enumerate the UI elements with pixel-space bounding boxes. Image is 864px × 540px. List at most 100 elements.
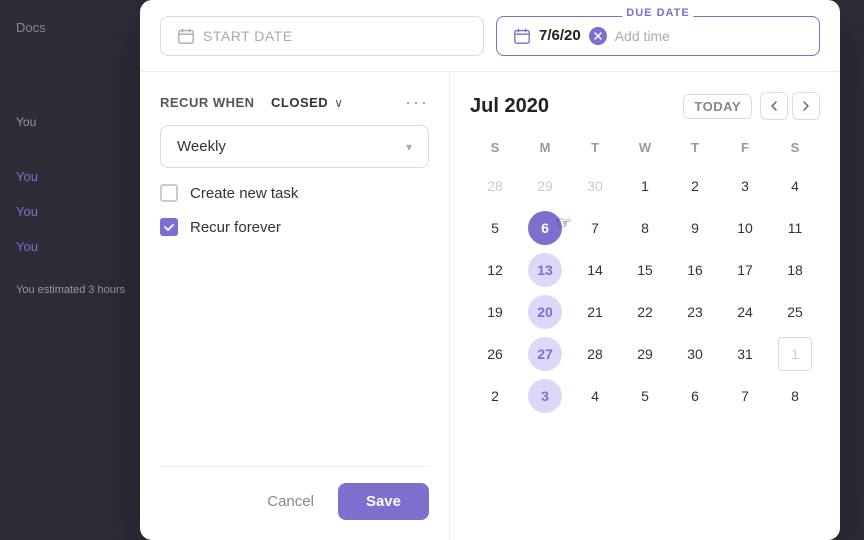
calendar-day[interactable]: 29 — [520, 165, 570, 207]
calendar-day[interactable]: 3 — [520, 375, 570, 417]
day-number: 5 — [628, 379, 662, 413]
calendar-day[interactable]: 20 — [520, 291, 570, 333]
calendar-day[interactable]: 2 — [670, 165, 720, 207]
day-number: 27 — [528, 337, 562, 371]
more-options-button[interactable]: ··· — [405, 92, 429, 113]
bg-item2: You — [16, 169, 144, 184]
calendar-day[interactable]: 11 — [770, 207, 820, 249]
calendar-day[interactable]: 14 — [570, 249, 620, 291]
today-button[interactable]: TODAY — [683, 94, 752, 119]
frequency-value: Weekly — [177, 138, 226, 155]
calendar-day[interactable]: 5 — [470, 207, 520, 249]
day-number: 18 — [778, 253, 812, 287]
left-panel-content: RECUR WHEN CLOSED ∨ ··· Weekly ▾ Create … — [160, 92, 429, 442]
day-number: 17 — [728, 253, 762, 287]
day-number: 4 — [578, 379, 612, 413]
create-new-task-checkbox[interactable] — [160, 184, 178, 202]
recur-closed-label: CLOSED — [271, 95, 328, 110]
calendar-day[interactable]: 7 — [570, 207, 620, 249]
calendar-day[interactable]: 5 — [620, 375, 670, 417]
calendar-day[interactable]: 17 — [720, 249, 770, 291]
calendar-day[interactable]: 2 — [470, 375, 520, 417]
calendar-day[interactable]: 12 — [470, 249, 520, 291]
calendar-day[interactable]: 7 — [720, 375, 770, 417]
calendar-day[interactable]: 3 — [720, 165, 770, 207]
day-number: 14 — [578, 253, 612, 287]
calendar-day[interactable]: 8 — [770, 375, 820, 417]
day-number: 5 — [478, 211, 512, 245]
day-number: 16 — [678, 253, 712, 287]
calendar-day[interactable]: 10 — [720, 207, 770, 249]
create-new-task-label: Create new task — [190, 185, 298, 202]
calendar-day[interactable]: 15 — [620, 249, 670, 291]
recur-forever-label: Recur forever — [190, 219, 281, 236]
calendar-day[interactable]: 8 — [620, 207, 670, 249]
calendar-day[interactable]: 1 — [770, 333, 820, 375]
calendar-day[interactable]: 24 — [720, 291, 770, 333]
day-number: 25 — [778, 295, 812, 329]
calendar-week-0: 2829301234 — [470, 165, 820, 207]
due-date-field[interactable]: DUE DATE 7/6/20 Add time — [496, 16, 820, 56]
next-month-button[interactable] — [792, 92, 820, 120]
day-number: 23 — [678, 295, 712, 329]
day-number: 26 — [478, 337, 512, 371]
day-header-fri: F — [720, 136, 770, 165]
day-number: 9 — [678, 211, 712, 245]
day-number: 2 — [678, 169, 712, 203]
calendar-day[interactable]: 27 — [520, 333, 570, 375]
calendar-day[interactable]: 23 — [670, 291, 720, 333]
calendar-day[interactable]: 26 — [470, 333, 520, 375]
recur-forever-checkbox[interactable] — [160, 218, 178, 236]
day-number: 2 — [478, 379, 512, 413]
calendar-day[interactable]: 4 — [770, 165, 820, 207]
calendar-day[interactable]: 28 — [470, 165, 520, 207]
calendar-day[interactable]: 29 — [620, 333, 670, 375]
background-panel: Docs You You You You You estimated 3 hou… — [0, 0, 160, 540]
day-number: 1 — [778, 337, 812, 371]
calendar-day[interactable]: 25 — [770, 291, 820, 333]
start-cal-icon — [177, 27, 195, 45]
calendar-day[interactable]: 4 — [570, 375, 620, 417]
day-number: 8 — [778, 379, 812, 413]
day-header-sat: S — [770, 136, 820, 165]
calendar-day[interactable]: 1 — [620, 165, 670, 207]
day-number: 28 — [478, 169, 512, 203]
calendar-week-3: 19202122232425 — [470, 291, 820, 333]
day-header-sun: S — [470, 136, 520, 165]
calendar-day[interactable]: 28 — [570, 333, 620, 375]
bg-docs: Docs — [16, 20, 144, 35]
calendar-day[interactable]: 13 — [520, 249, 570, 291]
calendar-day[interactable]: 22 — [620, 291, 670, 333]
calendar-day[interactable]: 30 — [570, 165, 620, 207]
frequency-chevron-icon: ▾ — [406, 140, 412, 154]
day-number: 11 — [778, 211, 812, 245]
recur-header[interactable]: RECUR WHEN CLOSED ∨ ··· — [160, 92, 429, 113]
calendar-day[interactable]: 6☞ — [520, 207, 570, 249]
day-number: 30 — [678, 337, 712, 371]
calendar-day[interactable]: 18 — [770, 249, 820, 291]
calendar-day[interactable]: 31 — [720, 333, 770, 375]
save-button[interactable]: Save — [338, 483, 429, 520]
calendar-table: S M T W T F S 282930123456☞7891011121314… — [470, 136, 820, 417]
prev-month-button[interactable] — [760, 92, 788, 120]
calendar-header: S M T W T F S — [470, 136, 820, 165]
next-arrow-icon — [802, 100, 810, 112]
frequency-dropdown[interactable]: Weekly ▾ — [160, 125, 429, 168]
calendar-day[interactable]: 21 — [570, 291, 620, 333]
calendar-day[interactable]: 6 — [670, 375, 720, 417]
clear-due-date-button[interactable] — [589, 27, 607, 45]
day-number: 4 — [778, 169, 812, 203]
cancel-button[interactable]: Cancel — [255, 485, 326, 518]
due-cal-icon — [513, 27, 531, 45]
calendar-day[interactable]: 19 — [470, 291, 520, 333]
add-time-label[interactable]: Add time — [615, 28, 670, 44]
create-new-task-row[interactable]: Create new task — [160, 184, 429, 202]
recur-forever-row[interactable]: Recur forever — [160, 218, 429, 236]
day-number: 7 — [578, 211, 612, 245]
calendar-day[interactable]: 9 — [670, 207, 720, 249]
day-number: 19 — [478, 295, 512, 329]
day-number: 15 — [628, 253, 662, 287]
calendar-day[interactable]: 30 — [670, 333, 720, 375]
calendar-day[interactable]: 16 — [670, 249, 720, 291]
start-date-field[interactable]: START DATE — [160, 16, 484, 56]
